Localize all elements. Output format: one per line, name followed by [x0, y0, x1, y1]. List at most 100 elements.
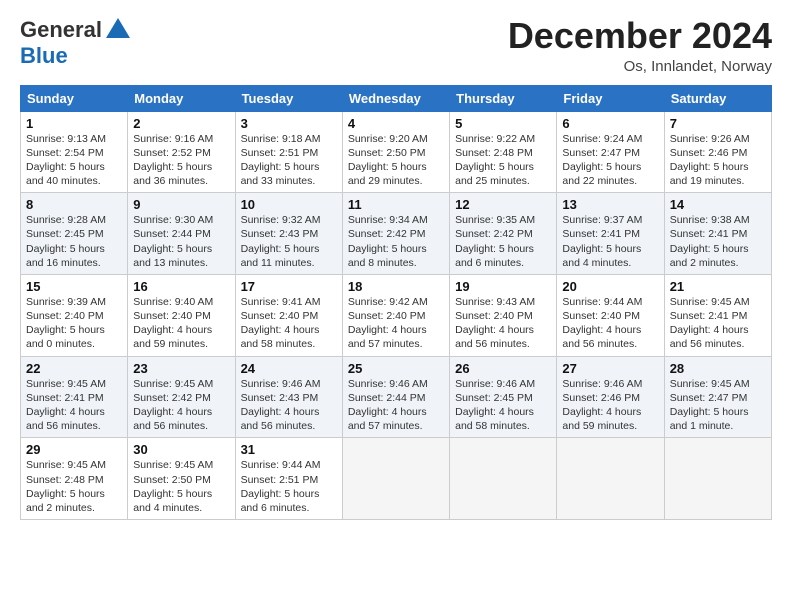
day-info: Sunrise: 9:34 AMSunset: 2:42 PMDaylight:… — [348, 214, 428, 269]
table-row: 19 Sunrise: 9:43 AMSunset: 2:40 PMDaylig… — [450, 274, 557, 356]
day-number: 20 — [562, 279, 658, 294]
table-row: 23 Sunrise: 9:45 AMSunset: 2:42 PMDaylig… — [128, 356, 235, 438]
title-block: December 2024 Os, Innlandet, Norway — [508, 16, 772, 75]
calendar-table: Sunday Monday Tuesday Wednesday Thursday… — [20, 85, 772, 520]
day-number: 24 — [241, 361, 337, 376]
day-info: Sunrise: 9:37 AMSunset: 2:41 PMDaylight:… — [562, 214, 642, 269]
table-row: 21 Sunrise: 9:45 AMSunset: 2:41 PMDaylig… — [664, 274, 771, 356]
day-number: 27 — [562, 361, 658, 376]
table-row — [557, 438, 664, 520]
table-row: 9 Sunrise: 9:30 AMSunset: 2:44 PMDayligh… — [128, 193, 235, 275]
day-number: 1 — [26, 116, 122, 131]
day-info: Sunrise: 9:30 AMSunset: 2:44 PMDaylight:… — [133, 214, 213, 269]
day-info: Sunrise: 9:18 AMSunset: 2:51 PMDaylight:… — [241, 133, 321, 188]
table-row — [664, 438, 771, 520]
day-number: 21 — [670, 279, 766, 294]
header-wednesday: Wednesday — [342, 85, 449, 111]
table-row: 30 Sunrise: 9:45 AMSunset: 2:50 PMDaylig… — [128, 438, 235, 520]
day-number: 16 — [133, 279, 229, 294]
calendar-week-row: 29 Sunrise: 9:45 AMSunset: 2:48 PMDaylig… — [21, 438, 772, 520]
day-info: Sunrise: 9:46 AMSunset: 2:45 PMDaylight:… — [455, 378, 535, 433]
table-row: 4 Sunrise: 9:20 AMSunset: 2:50 PMDayligh… — [342, 111, 449, 193]
table-row: 2 Sunrise: 9:16 AMSunset: 2:52 PMDayligh… — [128, 111, 235, 193]
day-number: 19 — [455, 279, 551, 294]
day-info: Sunrise: 9:38 AMSunset: 2:41 PMDaylight:… — [670, 214, 750, 269]
day-number: 3 — [241, 116, 337, 131]
day-info: Sunrise: 9:45 AMSunset: 2:41 PMDaylight:… — [26, 378, 106, 433]
table-row: 28 Sunrise: 9:45 AMSunset: 2:47 PMDaylig… — [664, 356, 771, 438]
day-number: 28 — [670, 361, 766, 376]
day-number: 8 — [26, 197, 122, 212]
table-row — [342, 438, 449, 520]
table-row: 5 Sunrise: 9:22 AMSunset: 2:48 PMDayligh… — [450, 111, 557, 193]
day-number: 29 — [26, 442, 122, 457]
table-row: 31 Sunrise: 9:44 AMSunset: 2:51 PMDaylig… — [235, 438, 342, 520]
day-info: Sunrise: 9:22 AMSunset: 2:48 PMDaylight:… — [455, 133, 535, 188]
day-number: 22 — [26, 361, 122, 376]
table-row: 26 Sunrise: 9:46 AMSunset: 2:45 PMDaylig… — [450, 356, 557, 438]
logo-icon — [104, 16, 132, 44]
day-info: Sunrise: 9:43 AMSunset: 2:40 PMDaylight:… — [455, 296, 535, 351]
day-info: Sunrise: 9:45 AMSunset: 2:48 PMDaylight:… — [26, 459, 106, 514]
day-info: Sunrise: 9:45 AMSunset: 2:41 PMDaylight:… — [670, 296, 750, 351]
day-info: Sunrise: 9:46 AMSunset: 2:44 PMDaylight:… — [348, 378, 428, 433]
calendar-week-row: 15 Sunrise: 9:39 AMSunset: 2:40 PMDaylig… — [21, 274, 772, 356]
day-number: 14 — [670, 197, 766, 212]
day-info: Sunrise: 9:20 AMSunset: 2:50 PMDaylight:… — [348, 133, 428, 188]
day-number: 11 — [348, 197, 444, 212]
day-number: 2 — [133, 116, 229, 131]
header-monday: Monday — [128, 85, 235, 111]
day-number: 15 — [26, 279, 122, 294]
table-row: 10 Sunrise: 9:32 AMSunset: 2:43 PMDaylig… — [235, 193, 342, 275]
day-info: Sunrise: 9:35 AMSunset: 2:42 PMDaylight:… — [455, 214, 535, 269]
day-number: 4 — [348, 116, 444, 131]
calendar-week-row: 22 Sunrise: 9:45 AMSunset: 2:41 PMDaylig… — [21, 356, 772, 438]
table-row: 14 Sunrise: 9:38 AMSunset: 2:41 PMDaylig… — [664, 193, 771, 275]
day-info: Sunrise: 9:44 AMSunset: 2:51 PMDaylight:… — [241, 459, 321, 514]
day-info: Sunrise: 9:41 AMSunset: 2:40 PMDaylight:… — [241, 296, 321, 351]
table-row: 8 Sunrise: 9:28 AMSunset: 2:45 PMDayligh… — [21, 193, 128, 275]
day-info: Sunrise: 9:39 AMSunset: 2:40 PMDaylight:… — [26, 296, 106, 351]
day-number: 7 — [670, 116, 766, 131]
day-info: Sunrise: 9:45 AMSunset: 2:50 PMDaylight:… — [133, 459, 213, 514]
day-number: 31 — [241, 442, 337, 457]
day-number: 5 — [455, 116, 551, 131]
header-friday: Friday — [557, 85, 664, 111]
day-number: 30 — [133, 442, 229, 457]
table-row: 3 Sunrise: 9:18 AMSunset: 2:51 PMDayligh… — [235, 111, 342, 193]
page: General Blue December 2024 Os, Innlandet… — [0, 0, 792, 612]
day-info: Sunrise: 9:42 AMSunset: 2:40 PMDaylight:… — [348, 296, 428, 351]
logo: General Blue — [20, 16, 132, 68]
table-row: 25 Sunrise: 9:46 AMSunset: 2:44 PMDaylig… — [342, 356, 449, 438]
table-row: 15 Sunrise: 9:39 AMSunset: 2:40 PMDaylig… — [21, 274, 128, 356]
table-row: 18 Sunrise: 9:42 AMSunset: 2:40 PMDaylig… — [342, 274, 449, 356]
day-number: 13 — [562, 197, 658, 212]
day-info: Sunrise: 9:13 AMSunset: 2:54 PMDaylight:… — [26, 133, 106, 188]
table-row: 24 Sunrise: 9:46 AMSunset: 2:43 PMDaylig… — [235, 356, 342, 438]
calendar-week-row: 1 Sunrise: 9:13 AMSunset: 2:54 PMDayligh… — [21, 111, 772, 193]
table-row: 13 Sunrise: 9:37 AMSunset: 2:41 PMDaylig… — [557, 193, 664, 275]
table-row: 12 Sunrise: 9:35 AMSunset: 2:42 PMDaylig… — [450, 193, 557, 275]
day-number: 6 — [562, 116, 658, 131]
table-row: 7 Sunrise: 9:26 AMSunset: 2:46 PMDayligh… — [664, 111, 771, 193]
day-info: Sunrise: 9:45 AMSunset: 2:47 PMDaylight:… — [670, 378, 750, 433]
day-number: 18 — [348, 279, 444, 294]
day-number: 9 — [133, 197, 229, 212]
table-row — [450, 438, 557, 520]
table-row: 11 Sunrise: 9:34 AMSunset: 2:42 PMDaylig… — [342, 193, 449, 275]
table-row: 27 Sunrise: 9:46 AMSunset: 2:46 PMDaylig… — [557, 356, 664, 438]
day-number: 25 — [348, 361, 444, 376]
day-info: Sunrise: 9:24 AMSunset: 2:47 PMDaylight:… — [562, 133, 642, 188]
table-row: 6 Sunrise: 9:24 AMSunset: 2:47 PMDayligh… — [557, 111, 664, 193]
table-row: 20 Sunrise: 9:44 AMSunset: 2:40 PMDaylig… — [557, 274, 664, 356]
header: General Blue December 2024 Os, Innlandet… — [20, 16, 772, 75]
day-info: Sunrise: 9:40 AMSunset: 2:40 PMDaylight:… — [133, 296, 213, 351]
day-number: 10 — [241, 197, 337, 212]
day-info: Sunrise: 9:44 AMSunset: 2:40 PMDaylight:… — [562, 296, 642, 351]
day-info: Sunrise: 9:45 AMSunset: 2:42 PMDaylight:… — [133, 378, 213, 433]
day-number: 26 — [455, 361, 551, 376]
day-info: Sunrise: 9:28 AMSunset: 2:45 PMDaylight:… — [26, 214, 106, 269]
logo-blue: Blue — [20, 43, 68, 68]
day-info: Sunrise: 9:46 AMSunset: 2:46 PMDaylight:… — [562, 378, 642, 433]
day-info: Sunrise: 9:32 AMSunset: 2:43 PMDaylight:… — [241, 214, 321, 269]
